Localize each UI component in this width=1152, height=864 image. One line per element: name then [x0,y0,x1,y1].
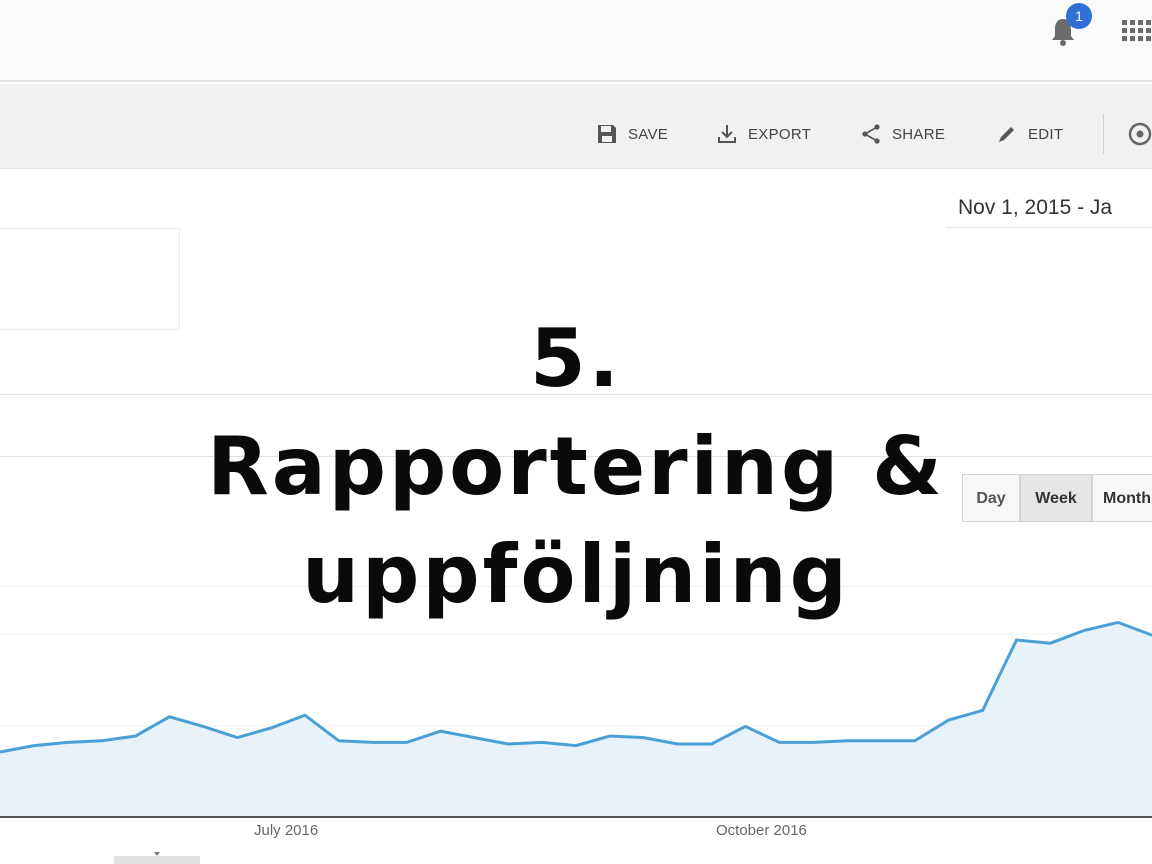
export-label: EXPORT [748,125,812,143]
insights-icon[interactable] [1124,120,1152,148]
apps-grid-icon[interactable] [1120,14,1152,44]
pencil-icon [999,127,1014,142]
date-range-selector[interactable]: Nov 1, 2015 - Ja [946,190,1152,228]
share-icon [862,124,880,144]
save-icon [598,125,616,143]
overlay-title-line: Rapportering & [207,420,945,513]
scroll-handle[interactable] [114,852,200,864]
overlay-title: 5. Rapportering & uppföljning [76,305,1076,629]
edit-button[interactable]: EDIT [996,120,1063,148]
share-button[interactable]: SHARE [860,120,945,148]
notification-count-badge: 1 [1066,3,1092,29]
overlay-title-line: 5. [529,312,623,405]
toolbar-divider [1103,114,1104,154]
x-tick-label: October 2016 [716,822,807,839]
export-button[interactable]: EXPORT [716,120,811,148]
report-toolbar [0,84,1152,169]
edit-label: EDIT [1028,125,1064,143]
overlay-title-line: uppföljning [302,528,850,621]
share-label: SHARE [892,125,946,143]
x-tick-label: July 2016 [254,822,319,839]
download-icon [718,125,736,143]
granularity-month-button[interactable]: Month [1092,474,1152,522]
save-button[interactable]: SAVE [596,120,668,148]
top-app-bar: 1 [0,0,1152,82]
save-label: SAVE [628,125,669,143]
